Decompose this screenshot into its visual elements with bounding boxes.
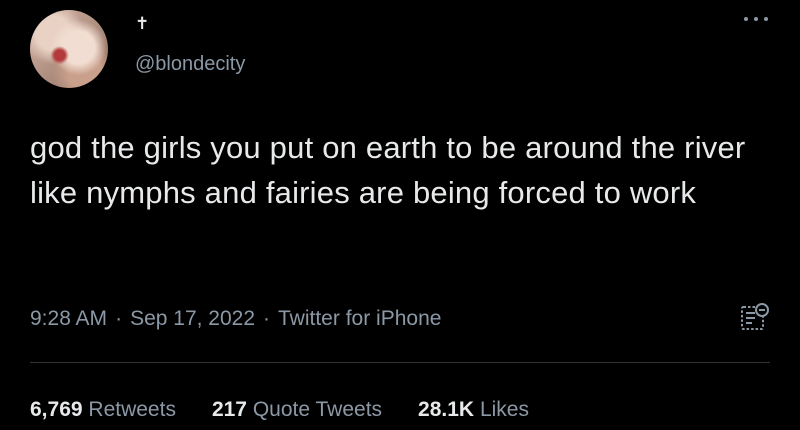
tweet-date[interactable]: Sep 17, 2022 [130, 307, 255, 330]
quote-tweets-count: 217 [211, 398, 247, 421]
quote-tweets-label: Quote Tweets [252, 398, 383, 421]
avatar[interactable] [30, 10, 108, 88]
likes-count: 28.1K [418, 398, 475, 421]
more-dot [754, 17, 758, 21]
engagement-stats: 6,769 Retweets 217 Quote Tweets 28.1K Li… [30, 396, 529, 424]
tweet-time[interactable]: 9:28 AM [30, 307, 107, 330]
more-dot [744, 17, 748, 21]
more-dot [764, 17, 768, 21]
more-options-icon[interactable] [744, 12, 768, 26]
divider [30, 362, 770, 363]
user-handle[interactable]: @blondecity [135, 52, 245, 76]
retweets-stat[interactable]: 6,769 Retweets [30, 396, 176, 424]
meta-separator: · [115, 307, 123, 330]
meta-separator: · [263, 307, 271, 330]
display-name[interactable]: ✝ [135, 12, 149, 36]
likes-stat[interactable]: 28.1K Likes [418, 396, 529, 424]
retweets-label: Retweets [88, 398, 176, 421]
tweet-source[interactable]: Twitter for iPhone [278, 307, 441, 330]
view-tweet-analytics-icon[interactable] [740, 300, 770, 332]
tweet-text: god the girls you put on earth to be aro… [30, 130, 746, 210]
likes-label: Likes [479, 398, 529, 421]
tweet-metadata: 9:28 AM · Sep 17, 2022 · Twitter for iPhone [30, 305, 441, 333]
retweets-count: 6,769 [30, 398, 83, 421]
quote-tweets-stat[interactable]: 217 Quote Tweets [212, 396, 382, 424]
